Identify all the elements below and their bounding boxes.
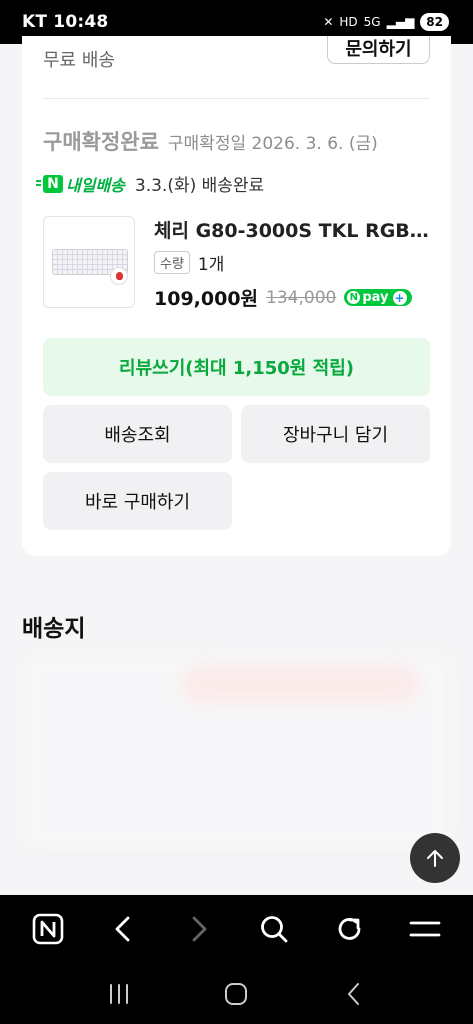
back-arrow-icon [348,982,360,1005]
product-thumbnail[interactable] [43,216,135,308]
inquiry-button[interactable]: 문의하기 [327,36,430,64]
buy-again-button[interactable]: 바로 구매하기 [43,472,232,530]
tomorrow-delivery-label: 내일배송 [66,175,125,195]
naver-n-icon [32,913,64,945]
blurred-highlight [180,665,420,705]
delivery-status: 3.3.(화) 배송완료 [134,176,265,196]
shipping-address-title: 배송지 [22,616,86,642]
search-icon [261,916,288,943]
recent-apps-icon [109,983,128,1004]
cherry-logo-icon [110,267,128,285]
naver-home-button[interactable] [23,904,73,954]
forward-button[interactable] [174,904,224,954]
search-button[interactable] [249,904,299,954]
status-left: KT 10:48 [22,12,108,32]
clock: 10:48 [53,12,109,32]
menu-icon [409,921,441,937]
product-item[interactable]: 체리 G80-3000S TKL RGB 기계식 키보드 수량 1개 109,0… [43,216,433,311]
hd-icon: HD [339,15,358,29]
original-price: 134,000 [266,287,337,308]
mute-icon: ✕ [323,15,334,29]
arrow-up-icon [427,850,443,867]
npay-label: pay [362,290,389,305]
npay-n-icon: N [347,291,361,304]
price-row: 109,000원 134,000 N pay + [154,284,412,311]
back-button[interactable] [98,904,148,954]
write-review-button[interactable]: 리뷰쓰기(최대 1,150원 적립) [43,338,430,396]
shipping-fee: 무료 배송 [43,50,115,71]
recent-apps-button[interactable] [89,969,149,1019]
order-card: 무료 배송 문의하기 구매확정완료 구매확정일 2026. 3. 6. (금) … [22,36,451,556]
npay-plus-badge: N pay + [344,289,412,306]
5g-icon: 5G [363,15,381,29]
product-title[interactable]: 체리 G80-3000S TKL RGB 기계식 키보드 [154,216,429,243]
battery-icon: 82 [420,13,449,31]
quantity-label: 수량 [154,251,190,274]
chevron-left-icon [115,916,130,942]
browser-toolbar [0,895,473,963]
quantity-row: 수량 1개 [154,250,224,275]
quantity-value: 1개 [197,255,225,275]
sale-price: 109,000원 [154,288,259,310]
divider [43,98,430,99]
carrier-label: KT [22,12,48,32]
scroll-top-button[interactable] [410,833,460,883]
naver-n-icon: N [36,174,63,193]
order-status: 구매확정완료 [43,130,159,154]
system-nav-bar [0,963,473,1024]
refresh-button[interactable] [325,904,375,954]
confirm-date: 구매확정일 2026. 3. 6. (금) [167,134,378,154]
home-button[interactable] [206,969,266,1019]
track-delivery-button[interactable]: 배송조회 [43,405,232,463]
signal-icon: ▂▄▆ [386,15,415,29]
tomorrow-delivery-badge: N 내일배송 [36,172,125,196]
refresh-icon [338,918,361,940]
plus-icon: + [392,290,407,305]
add-to-cart-button[interactable]: 장바구니 담기 [241,405,430,463]
chevron-right-icon [192,916,207,942]
delivery-row: N 내일배송 3.3.(화) 배송완료 [36,171,265,196]
system-back-button[interactable] [324,969,384,1019]
status-right: ✕ HD 5G ▂▄▆ 82 [323,13,449,31]
menu-button[interactable] [400,904,450,954]
order-status-row: 구매확정완료 구매확정일 2026. 3. 6. (금) [43,126,378,156]
home-icon [225,982,248,1005]
